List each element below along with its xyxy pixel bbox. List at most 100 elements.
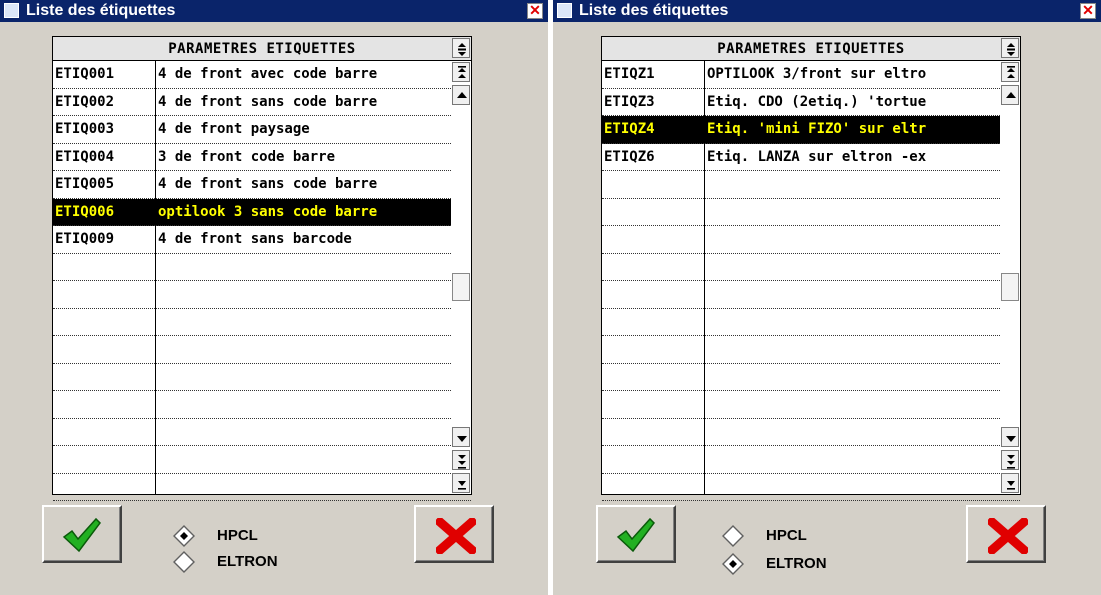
radio-label-eltron: ELTRON <box>766 555 827 572</box>
table-row[interactable] <box>53 281 471 309</box>
close-window-button[interactable]: ✕ <box>1080 3 1096 19</box>
table-row[interactable] <box>602 171 1020 199</box>
table-row[interactable]: ETIQZ3 Etiq. CDO (2etiq.) 'tortue <box>602 89 1020 116</box>
scroll-page-down-icon[interactable] <box>1001 450 1019 470</box>
radio-diamond-icon <box>173 525 195 547</box>
row-description: Etiq. CDO (2etiq.) 'tortue <box>707 93 927 110</box>
row-description: Etiq. LANZA sur eltron -ex <box>707 148 927 165</box>
row-description: 4 de front paysage <box>158 121 310 137</box>
table-row[interactable]: ETIQ003 4 de front paysage <box>53 116 471 144</box>
radio-diamond-icon <box>722 553 744 575</box>
column-divider <box>155 61 156 494</box>
table-row[interactable] <box>602 419 1020 446</box>
cancel-button[interactable] <box>414 505 494 563</box>
row-description: optilook 3 sans code barre <box>158 203 378 220</box>
row-description: OPTILOOK 3/front sur eltro <box>707 66 927 82</box>
scroll-thumb[interactable] <box>1001 273 1019 301</box>
table-row[interactable]: ETIQ001 4 de front avec code barre <box>53 61 471 89</box>
row-description: 4 de front avec code barre <box>158 66 378 82</box>
radio-label-hpcl: HPCL <box>217 527 258 544</box>
table-row[interactable] <box>53 474 471 501</box>
scroll-bottom-icon[interactable] <box>1001 473 1019 493</box>
app-icon <box>4 3 19 18</box>
window-title: Liste des étiquettes <box>26 2 176 19</box>
vertical-scrollbar[interactable] <box>451 61 471 494</box>
scroll-thumb[interactable] <box>452 273 470 301</box>
row-description: Etiq. 'mini FIZO' sur eltr <box>707 121 927 137</box>
labels-grid: PARAMETRES ETIQUETTES ETIQ001 4 de front … <box>52 36 472 501</box>
scroll-top-icon[interactable] <box>452 62 470 82</box>
row-description: 3 de front code barre <box>158 148 336 165</box>
row-code: ETIQZ6 <box>604 148 655 165</box>
labels-window-right: Liste des étiquettes ✕ PARAMETRES ETIQUE… <box>553 0 1101 595</box>
table-row[interactable] <box>602 254 1020 281</box>
sort-double-arrow-icon[interactable] <box>1001 38 1019 58</box>
radio-diamond-icon <box>722 525 744 547</box>
close-window-button[interactable]: ✕ <box>527 3 543 19</box>
window-title: Liste des étiquettes <box>579 2 729 19</box>
scroll-page-down-icon[interactable] <box>452 450 470 470</box>
grid-header: PARAMETRES ETIQUETTES <box>602 37 1020 61</box>
table-row[interactable] <box>53 254 471 281</box>
table-row[interactable] <box>602 336 1020 364</box>
labels-window-left: Liste des étiquettes ✕ PARAMETRES ETIQUE… <box>0 0 548 595</box>
table-row[interactable] <box>53 391 471 419</box>
table-row[interactable] <box>602 309 1020 336</box>
table-row[interactable]: ETIQZ1 OPTILOOK 3/front sur eltro <box>602 61 1020 89</box>
radio-label-eltron: ELTRON <box>217 553 278 570</box>
table-row[interactable]: ETIQ009 4 de front sans barcode <box>53 226 471 254</box>
row-description: 4 de front sans code barre <box>158 176 378 192</box>
row-code: ETIQ003 <box>55 121 115 137</box>
table-row[interactable]: ETIQZ6 Etiq. LANZA sur eltron -ex <box>602 144 1020 171</box>
table-row[interactable]: ETIQ006 optilook 3 sans code barre <box>53 198 471 226</box>
table-row[interactable] <box>602 226 1020 254</box>
row-code: ETIQ002 <box>55 93 115 110</box>
table-row[interactable]: ETIQ005 4 de front sans code barre <box>53 171 471 199</box>
table-row[interactable] <box>602 364 1020 391</box>
ok-button[interactable] <box>42 505 122 563</box>
green-checkmark-icon <box>62 517 101 553</box>
table-row[interactable] <box>602 474 1020 501</box>
green-checkmark-icon <box>616 517 655 553</box>
table-row[interactable] <box>602 199 1020 226</box>
row-description: 4 de front sans code barre <box>158 93 378 110</box>
row-code: ETIQ001 <box>55 66 115 82</box>
sort-double-arrow-icon[interactable] <box>452 38 470 58</box>
vertical-scrollbar[interactable] <box>1000 61 1020 494</box>
scroll-up-icon[interactable] <box>1001 85 1019 105</box>
row-code: ETIQZ1 <box>604 66 655 82</box>
table-row[interactable]: ETIQ004 3 de front code barre <box>53 144 471 171</box>
table-row[interactable] <box>53 364 471 391</box>
scroll-up-icon[interactable] <box>452 85 470 105</box>
column-divider <box>704 61 705 494</box>
table-row[interactable] <box>53 336 471 364</box>
table-row[interactable]: ETIQ002 4 de front sans code barre <box>53 89 471 116</box>
radio-label-hpcl: HPCL <box>766 527 807 544</box>
row-code: ETIQZ3 <box>604 93 655 110</box>
scroll-down-icon[interactable] <box>452 427 470 447</box>
grid-header: PARAMETRES ETIQUETTES <box>53 37 471 61</box>
row-code: ETIQ009 <box>55 231 115 247</box>
table-row[interactable] <box>602 391 1020 419</box>
title-bar: Liste des étiquettes ✕ <box>0 0 548 22</box>
scroll-top-icon[interactable] <box>1001 62 1019 82</box>
row-code: ETIQ005 <box>55 176 115 192</box>
table-row[interactable] <box>53 309 471 336</box>
table-row[interactable] <box>602 446 1020 474</box>
app-icon <box>557 3 572 18</box>
grid-rows: ETIQ001 4 de front avec code barre ETIQ00… <box>53 61 471 501</box>
labels-grid: PARAMETRES ETIQUETTES ETIQZ1 OPTILOOK 3/f… <box>601 36 1021 501</box>
row-code: ETIQ006 <box>55 203 115 220</box>
grid-rows: ETIQZ1 OPTILOOK 3/front sur eltro ETIQZ3 E… <box>602 61 1020 501</box>
ok-button[interactable] <box>596 505 676 563</box>
title-bar: Liste des étiquettes ✕ <box>553 0 1101 22</box>
table-row[interactable] <box>53 419 471 446</box>
cancel-button[interactable] <box>966 505 1046 563</box>
scroll-bottom-icon[interactable] <box>452 473 470 493</box>
red-x-icon <box>436 518 476 554</box>
table-row[interactable] <box>53 446 471 474</box>
row-code: ETIQ004 <box>55 148 115 165</box>
scroll-down-icon[interactable] <box>1001 427 1019 447</box>
table-row[interactable]: ETIQZ4 Etiq. 'mini FIZO' sur eltr <box>602 116 1020 144</box>
table-row[interactable] <box>602 281 1020 309</box>
